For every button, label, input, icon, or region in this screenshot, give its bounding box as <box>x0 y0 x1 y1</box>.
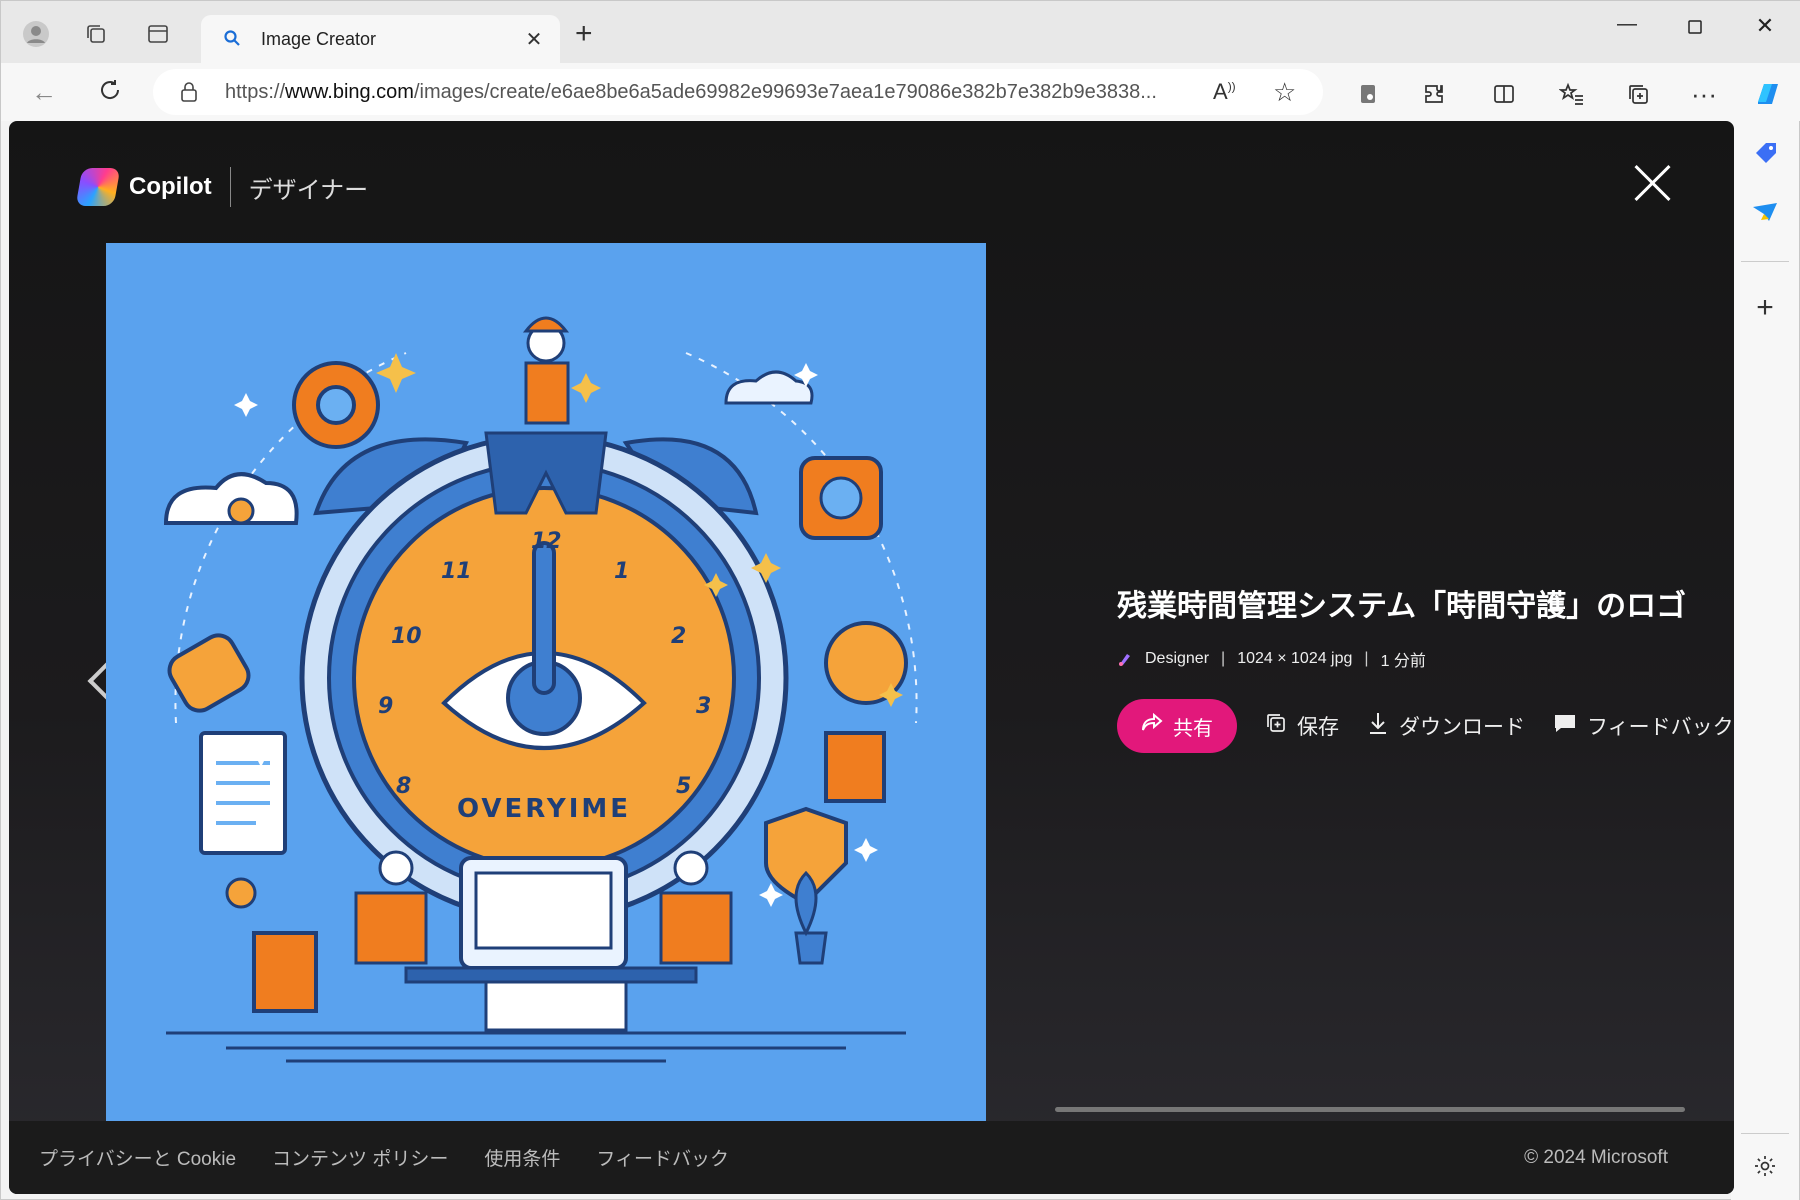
sidebar-divider <box>1741 261 1789 262</box>
address-bar[interactable]: https://www.bing.com/images/create/e6ae8… <box>153 69 1323 115</box>
maximize-button[interactable] <box>1675 13 1715 49</box>
download-icon <box>1367 711 1389 741</box>
clock-number-8: 8 <box>396 774 411 799</box>
close-viewer-button[interactable] <box>1632 163 1672 203</box>
tab-image-creator[interactable]: Image Creator ✕ <box>201 15 560 63</box>
art-caption: OVERYIME <box>457 794 631 824</box>
download-button[interactable]: ダウンロード <box>1367 711 1525 741</box>
feedback-icon <box>1553 712 1577 740</box>
footer-link-privacy[interactable]: プライバシーと Cookie <box>39 1144 236 1171</box>
page-footer: プライバシーと Cookie コンテンツ ポリシー 使用条件 フィードバック ©… <box>9 1121 1734 1194</box>
sidebar-divider-bottom <box>1741 1133 1789 1134</box>
favorite-star-icon[interactable]: ☆ <box>1273 77 1296 108</box>
add-sidebar-app-icon[interactable]: + <box>1750 291 1780 324</box>
close-tab-icon[interactable]: ✕ <box>524 27 544 52</box>
image-info-panel: 残業時間管理システム「時間守護」のロゴ Designer | 1024 × 10… <box>1117 581 1734 753</box>
horizontal-scrollbar[interactable] <box>1055 1107 1685 1112</box>
copilot-logo-icon <box>75 168 121 206</box>
image-title: 残業時間管理システム「時間守護」のロゴ <box>1117 590 1687 623</box>
clock-number-3: 3 <box>696 694 711 719</box>
read-aloud-icon[interactable]: A)) <box>1213 79 1236 105</box>
generated-image[interactable]: 12 1 2 3 5 8 9 10 11 OVERYIME <box>106 243 986 1121</box>
save-collection-icon <box>1265 712 1287 740</box>
clock-number-9: 9 <box>378 694 393 719</box>
save-label: 保存 <box>1297 716 1339 739</box>
share-label: 共有 <box>1173 717 1213 740</box>
meta-separator: | <box>1364 650 1369 667</box>
vertical-tabs-icon[interactable] <box>143 19 173 49</box>
send-to-devices-icon[interactable] <box>1750 197 1780 227</box>
tab-title: Image Creator <box>261 28 377 49</box>
more-options-icon[interactable]: ··· <box>1687 77 1721 111</box>
split-screen-icon[interactable] <box>1487 77 1521 111</box>
clock-number-10: 10 <box>391 624 422 649</box>
address-toolbar: ← https://www.bing.com/images/create/e6a… <box>1 63 1800 121</box>
close-window-button[interactable]: ✕ <box>1745 13 1785 49</box>
clock-number-5: 5 <box>676 774 691 799</box>
image-meta: Designer | 1024 × 1024 jpg | 1 分前 <box>1117 647 1734 671</box>
brand-name: Copilot <box>129 173 212 200</box>
footer-link-feedback[interactable]: フィードバック <box>596 1144 729 1171</box>
download-label: ダウンロード <box>1399 716 1525 739</box>
favorites-icon[interactable] <box>1555 77 1589 111</box>
url-text[interactable]: https://www.bing.com/images/create/e6ae8… <box>225 81 1175 104</box>
refresh-button[interactable] <box>93 77 127 110</box>
share-icon <box>1141 712 1163 739</box>
workspaces-icon[interactable] <box>81 19 111 49</box>
minimize-button[interactable]: — <box>1607 13 1647 49</box>
share-button[interactable]: 共有 <box>1117 699 1237 753</box>
browser-essentials-icon[interactable] <box>1351 77 1385 111</box>
tab-bar: Image Creator ✕ + — ✕ <box>1 1 1800 63</box>
new-tab-button[interactable]: + <box>575 19 593 49</box>
sidebar-settings-icon[interactable] <box>1750 1151 1780 1181</box>
footer-link-terms[interactable]: 使用条件 <box>484 1144 560 1171</box>
extensions-icon[interactable] <box>1417 77 1451 111</box>
meta-separator: | <box>1221 650 1226 667</box>
clock-number-2: 2 <box>671 624 686 649</box>
copilot-sidebar-icon[interactable] <box>1751 77 1785 111</box>
clock-number-1: 1 <box>614 559 629 584</box>
search-icon <box>223 29 243 49</box>
image-viewer-overlay: Copilot デザイナー 12 1 2 3 5 8 9 10 11 OVERY… <box>9 121 1734 1194</box>
lock-icon[interactable] <box>179 81 199 108</box>
brand-header: Copilot デザイナー <box>75 167 369 207</box>
meta-source: Designer <box>1145 650 1210 667</box>
brand-separator <box>229 167 231 207</box>
image-actions: 共有 保存 ダウンロード フィードバック <box>1117 699 1734 753</box>
meta-size: 1024 × 1024 jpg <box>1237 650 1353 667</box>
footer-link-content-policy[interactable]: コンテンツ ポリシー <box>272 1144 448 1171</box>
clock-number-12: 12 <box>531 529 562 554</box>
shopping-tag-icon[interactable] <box>1750 139 1780 169</box>
clock-number-11: 11 <box>441 559 472 584</box>
copyright: © 2024 Microsoft <box>1524 1147 1668 1168</box>
save-button[interactable]: 保存 <box>1265 711 1339 741</box>
feedback-button[interactable]: フィードバック <box>1553 711 1734 741</box>
designer-icon <box>1117 651 1133 667</box>
back-button[interactable]: ← <box>27 77 61 108</box>
meta-time: 1 分前 <box>1380 653 1426 670</box>
collections-icon[interactable] <box>1621 77 1655 111</box>
edge-sidebar: + <box>1731 121 1799 1200</box>
feedback-label: フィードバック <box>1587 716 1734 739</box>
browser-window: Image Creator ✕ + — ✕ ← https://www.bing… <box>0 0 1800 1200</box>
brand-subtitle: デザイナー <box>248 176 369 204</box>
profile-icon[interactable] <box>21 19 51 49</box>
